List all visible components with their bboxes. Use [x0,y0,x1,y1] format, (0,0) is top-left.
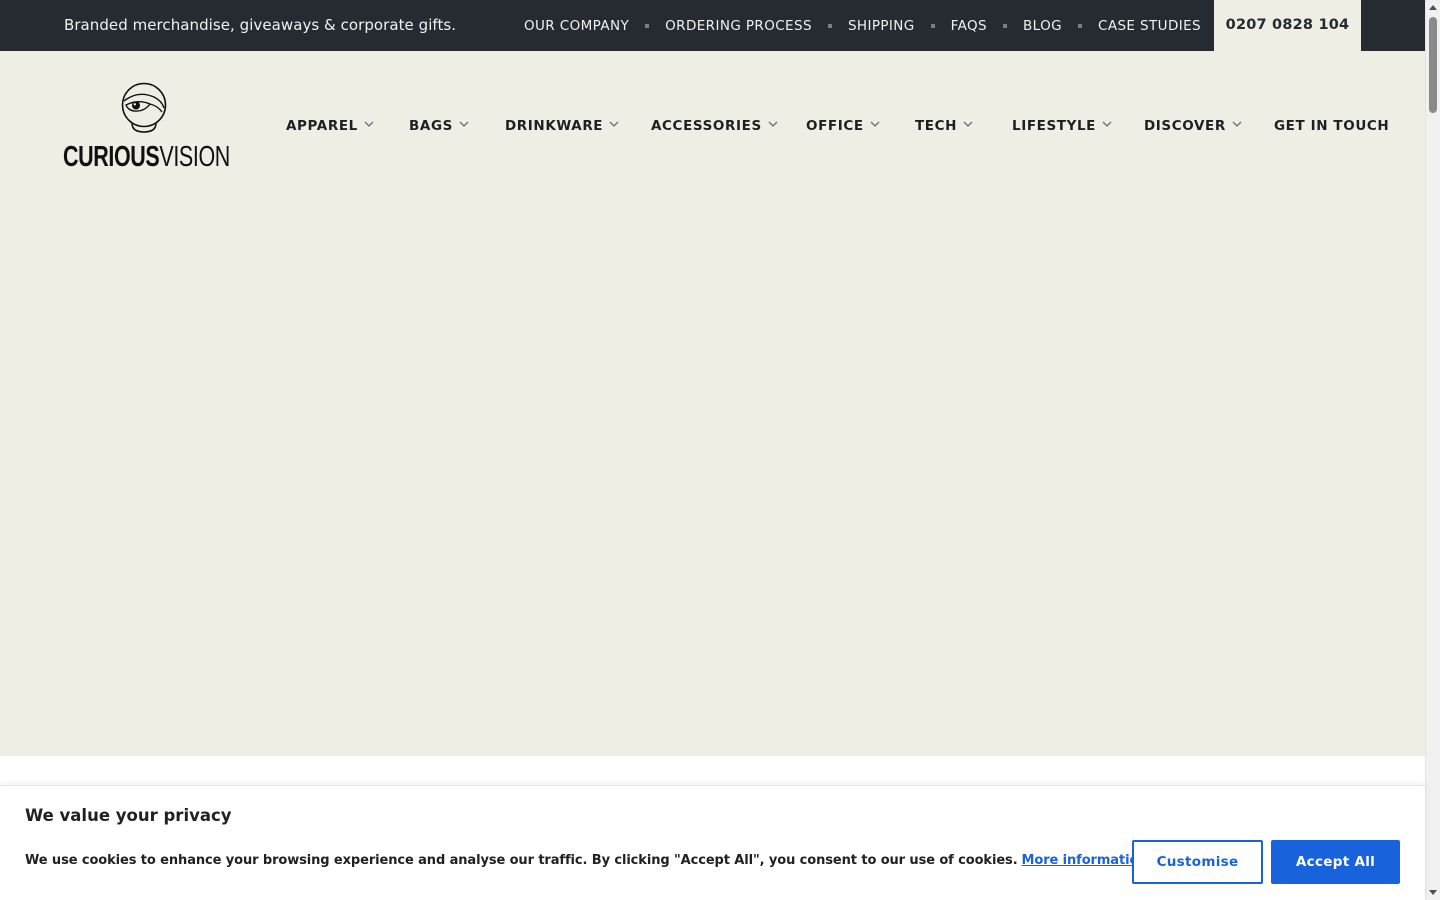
accept-all-button[interactable]: Accept All [1271,840,1400,884]
cookie-message-text: We use cookies to enhance your browsing … [25,853,1018,868]
utility-nav: OUR COMPANY ORDERING PROCESS SHIPPING FA… [524,16,1201,36]
chevron-down-icon [963,121,973,127]
phone-number-link[interactable]: 0207 0828 104 [1214,0,1361,51]
cookie-more-information-link[interactable]: More information [1022,853,1148,868]
chevron-down-icon [459,121,469,127]
chevron-down-icon [364,121,374,127]
page-scrollbar[interactable] [1425,0,1440,900]
customise-button[interactable]: Customise [1132,840,1263,884]
nav-item-label: DISCOVER [1144,118,1226,134]
utility-link-shipping[interactable]: SHIPPING [848,16,915,36]
utility-link-ordering-process[interactable]: ORDERING PROCESS [665,16,812,36]
nav-item-drinkware[interactable]: DRINKWARE [505,115,620,137]
utility-separator [827,24,832,28]
utility-link-faqs[interactable]: FAQS [951,16,987,36]
scrollbar-thumb[interactable] [1429,17,1437,113]
chevron-down-icon [768,121,778,127]
utility-separator [1078,24,1082,28]
nav-item-label: ACCESSORIES [651,118,762,134]
scroll-up-arrow-icon[interactable] [1429,5,1437,10]
nav-item-apparel[interactable]: APPAREL [286,115,375,137]
scroll-down-arrow-icon[interactable] [1429,890,1437,895]
nav-item-accessories[interactable]: ACCESSORIES [651,115,779,137]
nav-item-label: GET IN TOUCH [1274,118,1390,134]
site-tagline: Branded merchandise, giveaways & corpora… [64,16,457,34]
nav-item-label: BAGS [409,118,453,134]
cookie-consent-banner: We value your privacy We use cookies to … [0,785,1425,900]
nav-item-label: APPAREL [286,118,358,134]
chevron-down-icon [1232,121,1242,127]
nav-item-label: DRINKWARE [505,118,604,134]
logo-word-curious: CURIOUS [63,141,160,173]
utility-separator [645,24,650,28]
logo-word-vision: VISION [159,141,230,173]
nav-item-label: TECH [915,118,958,134]
utility-separator [1003,24,1007,28]
main-navigation: APPAREL BAGS DRINKWARE ACCESSORIES OFFIC… [0,115,1425,137]
logo-wordmark: CURIOUSVISION [63,140,230,174]
nav-item-bags[interactable]: BAGS [409,115,470,137]
nav-item-get-in-touch[interactable]: GET IN TOUCH [1274,115,1389,137]
chevron-down-icon [609,121,619,127]
top-utility-bar: Branded merchandise, giveaways & corpora… [0,0,1425,51]
nav-item-office[interactable]: OFFICE [806,115,881,137]
nav-item-discover[interactable]: DISCOVER [1144,115,1243,137]
utility-link-blog[interactable]: BLOG [1023,16,1062,36]
chevron-down-icon [1102,121,1112,127]
cookie-message: We use cookies to enhance your browsing … [25,851,1148,871]
nav-item-tech[interactable]: TECH [915,115,974,137]
utility-link-our-company[interactable]: OUR COMPANY [524,16,629,36]
hero-area [0,200,1425,756]
nav-item-label: LIFESTYLE [1012,118,1097,134]
utility-link-case-studies[interactable]: CASE STUDIES [1098,16,1201,36]
chevron-down-icon [870,121,880,127]
nav-item-label: OFFICE [806,118,864,134]
utility-separator [930,24,935,28]
cookie-title: We value your privacy [25,806,232,825]
nav-item-lifestyle[interactable]: LIFESTYLE [1012,115,1113,137]
